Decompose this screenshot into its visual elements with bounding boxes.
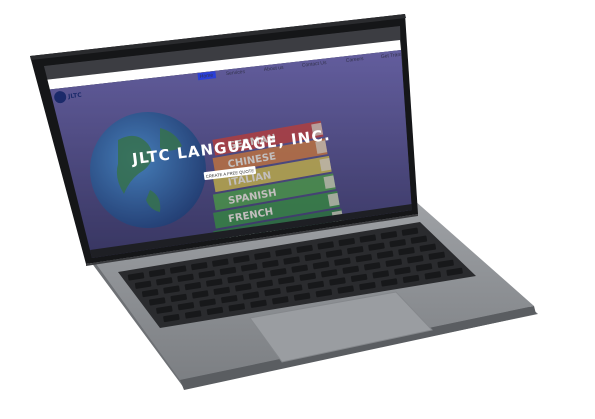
- laptop-mockup: ENGLISHFRENCHSPANISHITALIANCHINESEGERMAN…: [30, 14, 538, 390]
